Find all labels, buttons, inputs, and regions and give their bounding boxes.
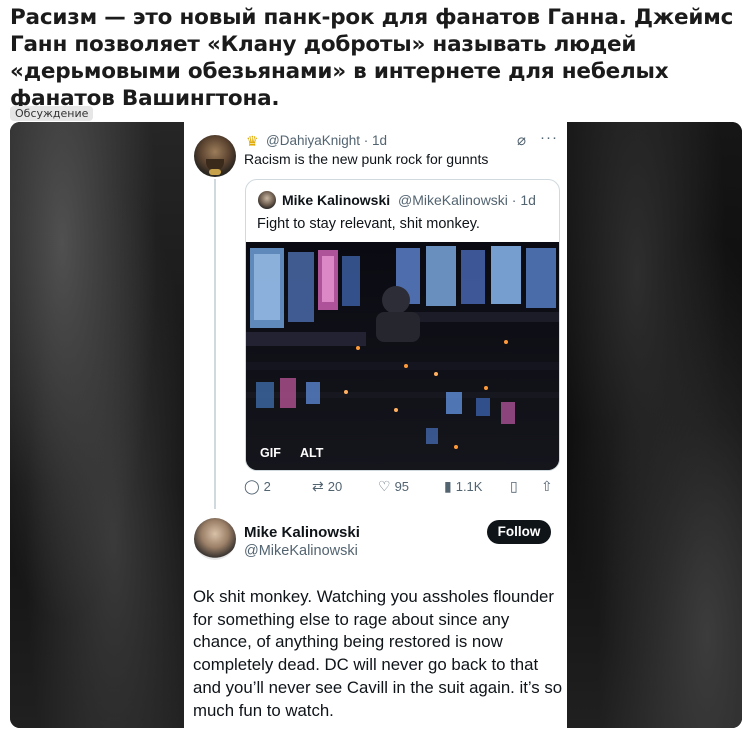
heart-icon: ♡ bbox=[378, 478, 391, 494]
quote-tweet[interactable]: Mike Kalinowski @MikeKalinowski · 1d Fig… bbox=[245, 179, 560, 471]
quote-text: Fight to stay relevant, shit monkey. bbox=[257, 216, 480, 232]
views-button[interactable]: ▮ 1.1K bbox=[444, 478, 482, 495]
retweet-icon: ⇄ bbox=[312, 478, 324, 494]
author-name[interactable]: Mike Kalinowski bbox=[244, 524, 360, 541]
reply-icon: ◯ bbox=[244, 478, 260, 494]
tweet-screenshot: ♛ @DahiyaKnight · 1d ⌀ ··· Racism is the… bbox=[184, 122, 567, 728]
bookmark-button[interactable]: ▯ bbox=[510, 478, 518, 495]
gif-label: GIF bbox=[260, 446, 281, 460]
tweet-text: Ok shit monkey. Watching you assholes fl… bbox=[193, 587, 563, 720]
reply-button[interactable]: ◯ 2 bbox=[244, 478, 271, 495]
avatar[interactable] bbox=[194, 518, 236, 560]
discussion-badge[interactable]: Обсуждение bbox=[10, 106, 94, 121]
like-button[interactable]: ♡ 95 bbox=[378, 478, 409, 495]
retweet-button[interactable]: ⇄ 20 bbox=[312, 478, 342, 495]
tweet-actions: ◯ 2 ⇄ 20 ♡ 95 ▮ 1.1K ▯ ⇧ bbox=[244, 478, 559, 498]
follow-button[interactable]: Follow bbox=[487, 520, 551, 544]
views-icon: ▮ bbox=[444, 478, 452, 494]
avatar bbox=[258, 191, 276, 209]
avatar[interactable] bbox=[194, 135, 236, 177]
blurred-backdrop-right bbox=[567, 122, 742, 728]
like-count: 95 bbox=[394, 479, 410, 494]
reply-count: 2 bbox=[263, 479, 271, 494]
more-icon[interactable]: ··· bbox=[540, 129, 558, 146]
gif-media[interactable]: GIF ALT bbox=[246, 242, 559, 470]
media-embed[interactable]: ♛ @DahiyaKnight · 1d ⌀ ··· Racism is the… bbox=[10, 122, 742, 728]
gif-server-room-image bbox=[246, 242, 559, 470]
view-count: 1.1K bbox=[455, 479, 483, 494]
author-handle[interactable]: @MikeKalinowski bbox=[244, 543, 358, 559]
crown-icon: ♛ bbox=[246, 133, 259, 149]
alt-label[interactable]: ALT bbox=[300, 446, 323, 460]
tweet-text: Racism is the new punk rock for gunnts bbox=[244, 151, 489, 167]
article-headline: Расизм — это новый панк-рок для фанатов … bbox=[10, 5, 734, 111]
blurred-backdrop-left bbox=[10, 122, 184, 728]
thread-line bbox=[214, 179, 216, 509]
quote-handle-time: @MikeKalinowski · 1d bbox=[398, 192, 536, 208]
quote-author-name: Mike Kalinowski bbox=[282, 192, 391, 208]
grok-icon[interactable]: ⌀ bbox=[517, 131, 526, 149]
share-button[interactable]: ⇧ bbox=[541, 478, 553, 495]
bookmark-icon: ▯ bbox=[510, 478, 518, 494]
share-icon: ⇧ bbox=[541, 478, 553, 494]
tweet-handle-time[interactable]: @DahiyaKnight · 1d bbox=[266, 133, 387, 148]
retweet-count: 20 bbox=[327, 479, 343, 494]
